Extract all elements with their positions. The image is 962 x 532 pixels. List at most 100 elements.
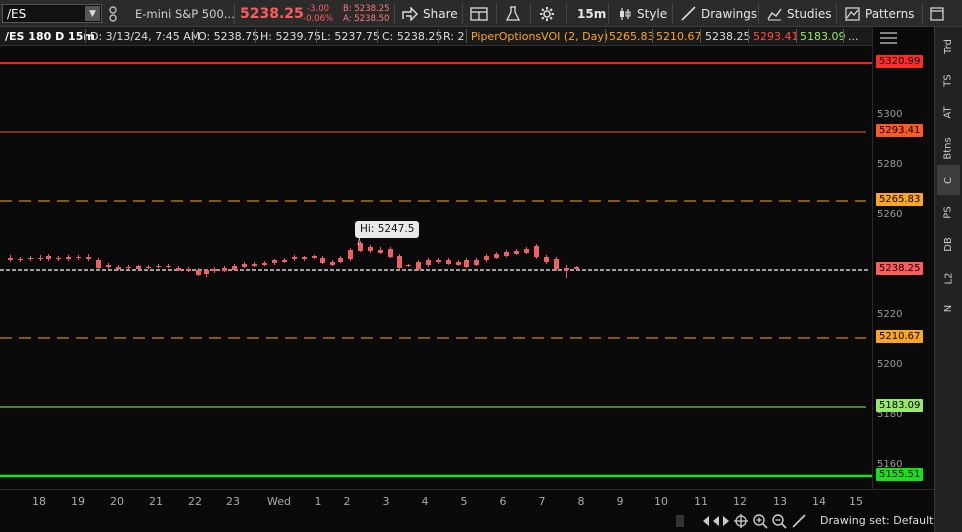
candle-body (484, 256, 489, 260)
study-value-5: 5183.09 (800, 29, 846, 43)
candle-body (18, 259, 23, 260)
ask-price: A: 5238.50 (343, 14, 390, 24)
sidebar-item-ts[interactable]: TS (937, 65, 960, 95)
zoom-out-icon[interactable] (771, 513, 787, 529)
price-axis-settings-icon[interactable] (879, 28, 899, 48)
top-toolbar: /ES ▼ E-mini S&P 500... 5238.25 -3.00 -0… (0, 0, 962, 27)
chart-bottom-bar: Drawing set: Default (0, 511, 934, 532)
symbol-input[interactable]: /ES ▼ (2, 4, 102, 23)
drawings-label: Drawings (701, 6, 758, 21)
drawings-button[interactable]: Drawings (681, 0, 757, 27)
symbol-description: E-mini S&P 500... (135, 6, 235, 21)
x-tick-label: 9 (616, 495, 624, 508)
timeframe-button[interactable]: 15m (577, 0, 606, 27)
chart-id[interactable]: /ES 180 D 15m (5, 27, 95, 45)
candle-body (212, 269, 217, 271)
x-tick-label: 13 (773, 495, 787, 508)
candle-body (232, 266, 237, 270)
x-tick-label: 15 (849, 495, 863, 508)
candle-body (574, 267, 579, 269)
scroll-left-icon[interactable] (696, 514, 712, 528)
window-icon (930, 6, 944, 21)
sidebar-item-ps[interactable]: PS (937, 197, 960, 227)
x-tick-label: 23 (226, 495, 240, 508)
patterns-button[interactable]: Patterns (845, 0, 914, 27)
chart-canvas[interactable] (0, 46, 872, 489)
right-sidebar: Trd TS AT Btns C PS DB L2 N (934, 27, 962, 532)
zoom-in-icon[interactable] (752, 513, 768, 529)
share-icon (402, 6, 418, 21)
x-tick-label: 20 (110, 495, 124, 508)
bid-price: B: 5238.25 (343, 4, 390, 14)
candle-body (272, 260, 277, 263)
sidebar-item-trd[interactable]: Trd (937, 31, 960, 61)
study-name[interactable]: PiperOptionsVOI (2, Day) (471, 27, 608, 45)
sidebar-item-at[interactable]: AT (937, 97, 960, 127)
pan-arrows-icon[interactable] (712, 514, 730, 528)
x-tick-label: 2 (343, 495, 351, 508)
gear-icon (540, 6, 554, 21)
price-axis[interactable]: 5300 5280 5260 5220 5200 5180 5160 5320.… (872, 27, 935, 489)
prototype-button[interactable] (505, 0, 521, 27)
candle-body (96, 260, 101, 268)
drawing-tool-icon[interactable] (791, 513, 807, 529)
candle-body (242, 264, 247, 267)
x-tick-label: 4 (421, 495, 429, 508)
share-button[interactable]: Share (402, 0, 458, 27)
candle-body (106, 265, 111, 267)
window-menu-button[interactable] (930, 0, 944, 27)
style-button[interactable]: Style (618, 0, 667, 27)
bar-open: O: 5238.75 (198, 29, 260, 43)
scrollbar-handle[interactable] (676, 515, 684, 527)
candle-body (28, 258, 33, 259)
pencil-line-icon (681, 6, 696, 21)
sidebar-item-db[interactable]: DB (937, 229, 960, 259)
studies-button[interactable]: Studies (767, 0, 832, 27)
sidebar-item-btns[interactable]: Btns (937, 133, 960, 163)
candle-body (126, 267, 131, 268)
more-indicator[interactable]: ... (848, 27, 859, 45)
x-tick-label: 14 (812, 495, 826, 508)
sidebar-item-n[interactable]: N (937, 293, 960, 323)
x-tick-label: 3 (382, 495, 390, 508)
level-tag-5320: 5320.99 (876, 55, 924, 68)
candle-body (397, 256, 402, 268)
chart-info-bar: /ES 180 D 15m D: 3/13/24, 7:45 AM O: 523… (0, 27, 872, 46)
drawing-set-label[interactable]: Drawing set: Default (820, 514, 933, 527)
time-axis[interactable]: 18 19 20 21 22 23 Wed 1 2 3 4 5 6 7 8 9 10 11 12 13 14 15 (0, 489, 934, 512)
y-tick-label: 5280 (877, 159, 903, 170)
crosshair-icon[interactable] (733, 513, 749, 529)
candle-body (368, 247, 373, 251)
flexible-grid-button[interactable] (470, 0, 488, 27)
high-marker-label: Hi: 5247.5 (355, 221, 420, 238)
bar-high: H: 5239.75 (260, 29, 321, 43)
candle-body (338, 258, 343, 262)
x-tick-label: 11 (694, 495, 708, 508)
settings-button[interactable] (539, 0, 555, 27)
study-value-2: 5210.67 (656, 29, 702, 43)
candle-body (116, 267, 121, 269)
link-icon[interactable] (108, 0, 118, 27)
candle-body (146, 267, 151, 268)
y-tick-label: 5220 (877, 309, 903, 320)
last-price-tag: 5238.25 (876, 262, 924, 275)
sidebar-item-l2[interactable]: L2 (937, 263, 960, 293)
candle-body (76, 257, 81, 258)
candle-style-icon (620, 7, 631, 20)
price-chart-plot[interactable] (0, 46, 872, 489)
candle-body (378, 250, 383, 253)
style-label: Style (637, 6, 668, 21)
y-tick-label: 5200 (877, 359, 903, 370)
study-value-3: 5238.25 (705, 29, 751, 43)
candle-body (456, 262, 461, 265)
sidebar-item-c[interactable]: C (937, 165, 960, 195)
x-tick-label: 21 (149, 495, 163, 508)
candle-body (252, 264, 257, 266)
patterns-icon (845, 6, 860, 21)
candle-body (544, 257, 549, 262)
chevron-down-icon[interactable]: ▼ (85, 6, 100, 21)
candlestick-series (8, 241, 579, 278)
bar-date: D: 3/13/24, 7:45 AM (90, 29, 201, 43)
x-tick-label: 19 (71, 495, 85, 508)
studies-icon (767, 8, 782, 20)
